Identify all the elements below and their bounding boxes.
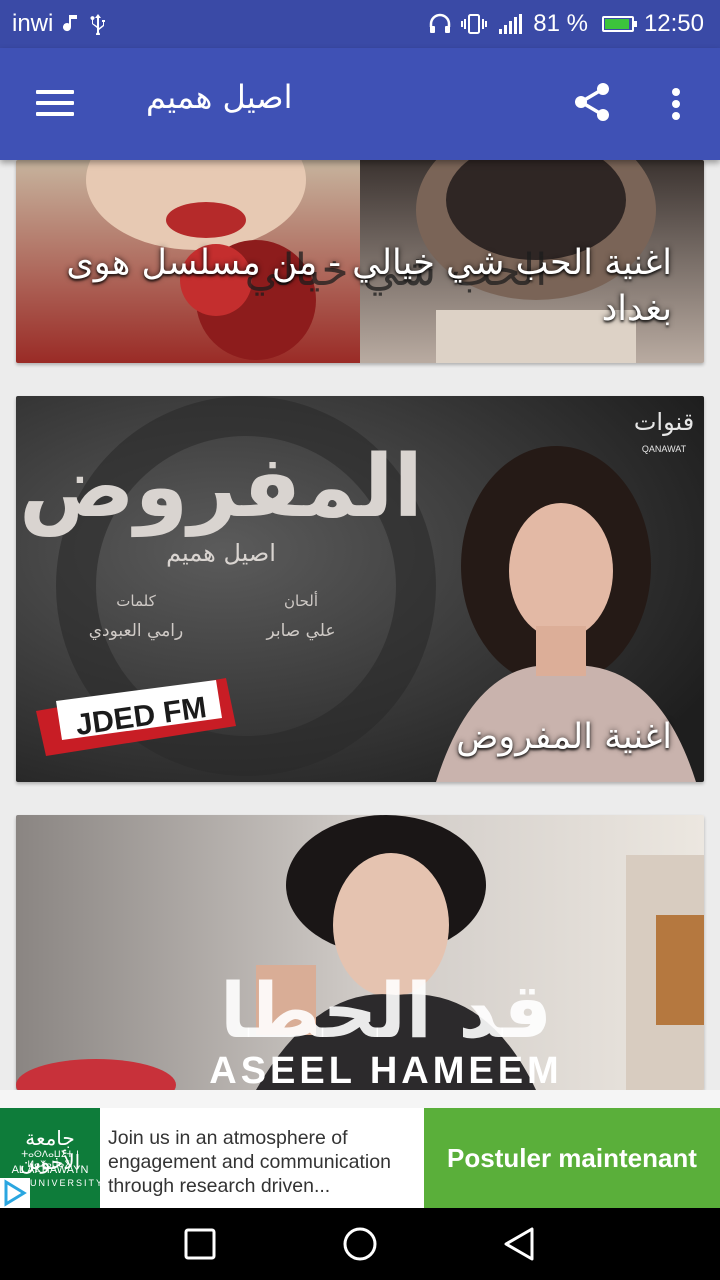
app-bar: اصيل هميم: [0, 48, 720, 160]
ad-cta-button[interactable]: Postuler maintenant: [424, 1108, 720, 1208]
thumbnail-overlay-text: قد الحطا: [220, 966, 552, 1055]
thumbnail-credit-composer: علي صابر: [265, 621, 335, 641]
thumbnail-credit-label: كلمات: [116, 592, 156, 610]
logo-university-text: UNIVERSITY: [30, 1178, 100, 1188]
ad-banner[interactable]: جامعة الأخوين ⵜⴰⵙⴷⴰⵡⵉⵜ ⵏ ⵍⴰⵅⴰⵡⴰⵢⵏ AL AKH…: [0, 1090, 720, 1208]
more-vert-icon[interactable]: [654, 76, 698, 128]
song-thumbnail: قد الحطا ASEEL HAMEEM: [16, 815, 704, 1090]
circle-home-icon[interactable]: [330, 1222, 390, 1266]
ad-choices-icon[interactable]: [0, 1178, 30, 1208]
song-card[interactable]: قد الحطا ASEEL HAMEEM: [16, 815, 704, 1090]
page-title: اصيل هميم: [146, 78, 293, 116]
system-nav-bar: [0, 1208, 720, 1280]
share-icon[interactable]: [568, 76, 620, 128]
song-title: اغنية المفروض: [456, 717, 672, 757]
thumbnail-artist-text: ASEEL HAMEEM: [209, 1050, 562, 1090]
song-card[interactable]: الحب شي خيالي اغنية الحب شي خيالي - من م…: [16, 160, 704, 363]
song-card[interactable]: المفروض اصيل هميم كلمات رامي العبودي ألح…: [16, 396, 704, 782]
thumbnail-overlay-text: المفروض: [19, 437, 423, 537]
university-logo: جامعة الأخوين ⵜⴰⵙⴷⴰⵡⵉⵜ ⵏ ⵍⴰⵅⴰⵡⴰⵢⵏ AL AKH…: [0, 1108, 100, 1208]
thumbnail-credit-lyrics: رامي العبودي: [89, 621, 184, 641]
song-list: الحب شي خيالي اغنية الحب شي خيالي - من م…: [0, 160, 720, 1090]
song-title: اغنية الحب شي خيالي - من مسلسل هوى بغداد: [66, 243, 672, 329]
square-recents-icon[interactable]: [170, 1222, 230, 1266]
logo-latin-text: AL AKHAWAYN: [11, 1164, 89, 1176]
hamburger-menu-icon[interactable]: [24, 80, 80, 128]
battery-percent: 81 %: [533, 10, 588, 37]
signal-icon: [497, 13, 523, 35]
thumbnail-credit-label: ألحان: [284, 591, 318, 610]
carrier-label: inwi: [12, 10, 54, 37]
clock: 12:50: [643, 10, 704, 37]
music-note-icon: [63, 13, 79, 35]
channel-logo: قنوات: [634, 408, 694, 436]
ad-description: Join us in an atmosphere of engagement a…: [108, 1127, 391, 1197]
usb-icon: [89, 13, 107, 35]
battery-charging-icon: [601, 16, 637, 32]
triangle-back-icon[interactable]: [490, 1222, 550, 1266]
status-bar: inwi 81 % 12:50: [0, 0, 720, 48]
channel-logo-latin: QANAWAT: [642, 444, 687, 454]
thumbnail-artist-text: اصيل هميم: [166, 539, 276, 567]
headphones-icon: [429, 13, 451, 35]
vibrate-icon: [461, 13, 488, 35]
